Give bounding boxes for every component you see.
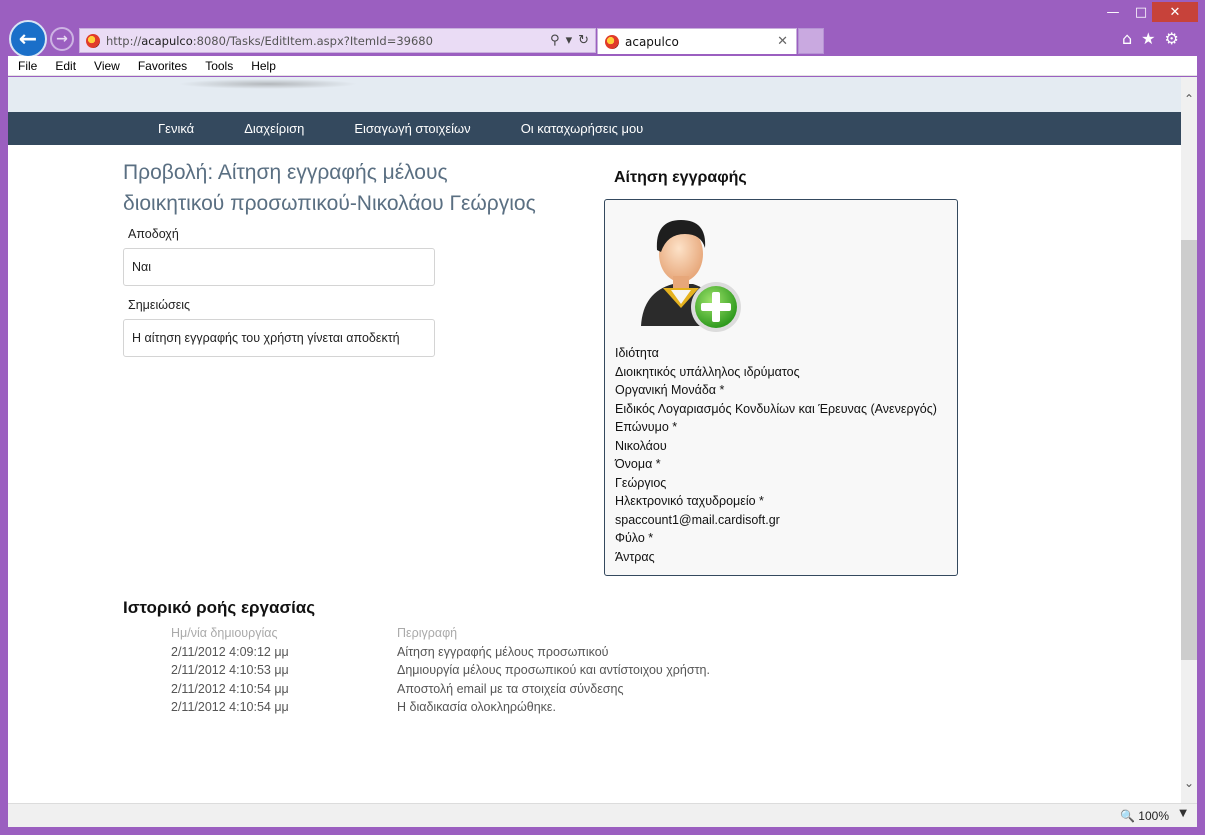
status-bar: 🔍 100% ▼ (8, 803, 1197, 827)
notes-field[interactable]: Η αίτηση εγγραφής του χρήστη γίνεται απο… (123, 319, 435, 357)
refresh-icon[interactable]: ↻ (578, 33, 589, 48)
url-prefix: http:// (106, 33, 142, 48)
field-surname-value: Νικολάου (615, 438, 667, 453)
table-row: 2/11/2012 4:10:53 μμ Δημιουργία μέλους π… (171, 661, 710, 680)
acceptance-field[interactable]: Ναι (123, 248, 435, 286)
menu-edit[interactable]: Edit (45, 59, 84, 73)
logo-shadow (178, 79, 358, 89)
row-description: Η διαδικασία ολοκληρώθηκε. (397, 700, 556, 715)
nav-data-entry[interactable]: Εισαγωγή στοιχείων (354, 121, 470, 136)
menu-bar: File Edit View Favorites Tools Help (8, 56, 1197, 76)
vertical-scrollbar[interactable]: ⌃ ⌄ (1181, 77, 1197, 803)
workflow-history-table: Ημ/νία δημιουργίας Περιγραφή 2/11/2012 4… (171, 624, 710, 717)
address-bar[interactable]: http://acapulco:8080/Tasks/EditItem.aspx… (79, 28, 596, 53)
table-row: 2/11/2012 4:10:54 μμ Αποστολή email με τ… (171, 680, 710, 699)
zoom-level: 100% (1138, 809, 1169, 823)
new-tab-button[interactable] (798, 28, 824, 54)
menu-favorites[interactable]: Favorites (128, 59, 195, 73)
notes-label: Σημειώσεις (128, 298, 191, 312)
zoom-dropdown-icon[interactable]: ▼ (1179, 808, 1187, 819)
zoom-control[interactable]: 🔍 100% (1120, 809, 1169, 823)
field-surname-label: Επώνυμο * (615, 420, 678, 434)
arrow-right-icon: → (56, 31, 68, 47)
window-frame-bottom (0, 827, 1205, 835)
header-created: Ημ/νία δημιουργίας (171, 626, 278, 641)
nav-management[interactable]: Διαχείριση (244, 121, 304, 136)
arrow-left-icon: ← (18, 26, 38, 52)
home-icon[interactable]: ⌂ (1122, 29, 1132, 48)
main-navigation: Γενικά Διαχείριση Εισαγωγή στοιχείων Οι … (8, 112, 1181, 145)
tab-favicon-icon (605, 34, 619, 49)
browser-tab[interactable]: acapulco ✕ (597, 28, 797, 54)
menu-view[interactable]: View (84, 59, 128, 73)
page-title-line2: διοικητικού προσωπικού-Νικολάου Γεώργιος (123, 192, 536, 215)
field-email-value: spaccount1@mail.cardisoft.gr (615, 512, 780, 527)
workflow-history-title: Ιστορικό ροής εργασίας (123, 598, 316, 617)
page-viewport: Γενικά Διαχείριση Εισαγωγή στοιχείων Οι … (8, 77, 1181, 803)
acceptance-label: Αποδοχή (128, 227, 179, 241)
row-date: 2/11/2012 4:10:53 μμ (171, 663, 289, 678)
nav-general[interactable]: Γενικά (158, 121, 194, 136)
chevron-down-icon[interactable]: ⌄ (1181, 775, 1197, 791)
url-path: :8080/Tasks/EditItem.aspx?ItemId=39680 (192, 33, 433, 48)
forward-button[interactable]: → (50, 27, 74, 51)
url-host: acapulco (141, 33, 193, 48)
card-details: Ιδιότητα Διοικητικός υπάλληλος ιδρύματος… (615, 344, 937, 566)
row-date: 2/11/2012 4:09:12 μμ (171, 644, 289, 659)
row-description: Αποστολή email με τα στοιχεία σύνδεσης (397, 681, 624, 696)
table-header: Ημ/νία δημιουργίας Περιγραφή (171, 624, 710, 643)
field-name-label: Όνομα * (615, 457, 661, 471)
row-date: 2/11/2012 4:10:54 μμ (171, 681, 289, 696)
maximize-button[interactable]: □ (1128, 2, 1154, 22)
field-gender-label: Φύλο * (615, 531, 654, 545)
menu-file[interactable]: File (8, 59, 45, 73)
add-user-icon (641, 220, 741, 332)
registration-card: Ιδιότητα Διοικητικός υπάλληλος ιδρύματος… (604, 199, 958, 576)
chevron-up-icon[interactable]: ⌃ (1181, 91, 1197, 107)
header-description: Περιγραφή (397, 626, 458, 641)
address-url[interactable]: http://acapulco:8080/Tasks/EditItem.aspx… (106, 34, 433, 48)
menu-tools[interactable]: Tools (195, 59, 241, 73)
menu-help[interactable]: Help (241, 59, 284, 73)
back-button[interactable]: ← (9, 20, 47, 58)
field-unit-label: Οργανική Μονάδα * (615, 383, 725, 397)
field-capacity-label: Ιδιότητα (615, 346, 659, 360)
minimize-icon: — (1106, 4, 1120, 20)
field-name-value: Γεώργιος (615, 475, 667, 490)
field-gender-value: Άντρας (615, 549, 655, 564)
page-header (8, 77, 1181, 112)
tab-title: acapulco (625, 34, 679, 49)
close-tab-icon[interactable]: ✕ (777, 34, 788, 49)
field-email-label: Ηλεκτρονικό ταχυδρομείο * (615, 494, 764, 508)
minimize-button[interactable]: — (1100, 2, 1126, 22)
table-row: 2/11/2012 4:09:12 μμ Αίτηση εγγραφής μέλ… (171, 643, 710, 662)
dropdown-icon[interactable]: ▾ (566, 33, 573, 48)
registration-card-title: Αίτηση εγγραφής (614, 169, 747, 186)
site-favicon-icon (86, 33, 100, 48)
scrollbar-thumb[interactable] (1181, 240, 1197, 660)
row-date: 2/11/2012 4:10:54 μμ (171, 700, 289, 715)
gear-icon[interactable]: ⚙ (1165, 29, 1179, 48)
row-description: Δημιουργία μέλους προσωπικού και αντίστο… (397, 663, 710, 678)
page-title: Προβολή: Αίτηση εγγραφής μέλους διοικητι… (123, 157, 593, 219)
close-window-button[interactable]: ✕ (1152, 2, 1198, 22)
field-unit-value: Ειδικός Λογαριασμός Κονδυλίων και Έρευνα… (615, 401, 937, 416)
star-icon[interactable]: ★ (1141, 29, 1155, 48)
row-description: Αίτηση εγγραφής μέλους προσωπικού (397, 644, 609, 659)
maximize-icon: □ (1134, 4, 1148, 20)
page-title-line1: Προβολή: Αίτηση εγγραφής μέλους (123, 161, 448, 184)
zoom-icon: 🔍 (1120, 809, 1136, 823)
close-icon: ✕ (1169, 4, 1181, 20)
field-capacity-value: Διοικητικός υπάλληλος ιδρύματος (615, 364, 800, 379)
nav-my-entries[interactable]: Οι καταχωρήσεις μου (521, 121, 644, 136)
search-icon[interactable]: ⚲ (550, 33, 560, 48)
table-row: 2/11/2012 4:10:54 μμ Η διαδικασία ολοκλη… (171, 698, 710, 717)
